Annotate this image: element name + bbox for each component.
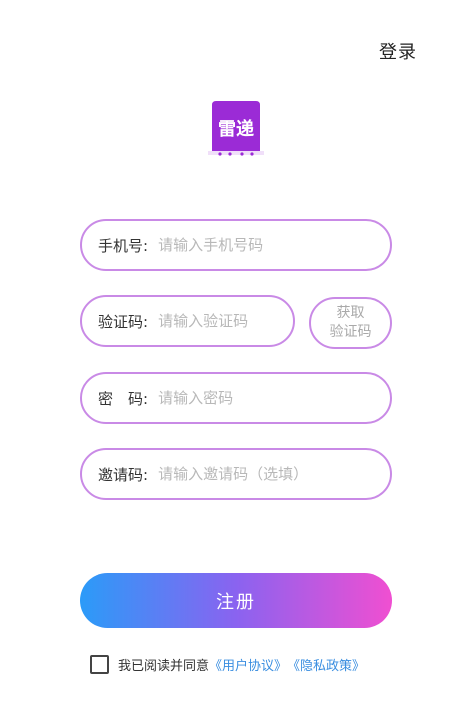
invite-label: 邀请码: [98, 465, 149, 484]
agree-checkbox[interactable] [90, 655, 109, 674]
password-input[interactable] [158, 389, 390, 407]
privacy-policy-link[interactable]: 《隐私政策》 [287, 655, 365, 674]
get-code-line2: 验证码 [329, 324, 372, 340]
password-field: 密 码: [80, 372, 392, 424]
phone-label: 手机号: [98, 236, 149, 255]
code-input[interactable] [158, 312, 293, 330]
get-code-line1: 获取 [336, 305, 365, 321]
register-button[interactable]: 注册 [80, 573, 392, 628]
invite-input[interactable] [158, 465, 390, 483]
user-agreement-link[interactable]: 《用户协议》 [209, 655, 287, 674]
invite-field: 邀请码: [80, 448, 392, 500]
get-code-button[interactable]: 获取 验证码 [309, 297, 392, 349]
agreement-row: 我已阅读并同意 《用户协议》 《隐私政策》 [90, 655, 365, 674]
phone-input[interactable] [158, 236, 390, 254]
code-label: 验证码: [98, 312, 149, 331]
register-page: 登录 雷递 手机号: 验证码: 获取 验证码 密 码: 邀请码: 注册 我已阅读 [0, 0, 450, 706]
app-logo-icon: 雷递 [206, 101, 266, 158]
password-label: 密 码: [98, 389, 149, 408]
agreement-text: 我已阅读并同意 [118, 659, 210, 674]
code-field: 验证码: [80, 295, 295, 347]
phone-field: 手机号: [80, 219, 392, 271]
svg-text:雷递: 雷递 [218, 118, 254, 140]
login-link[interactable]: 登录 [379, 38, 417, 64]
